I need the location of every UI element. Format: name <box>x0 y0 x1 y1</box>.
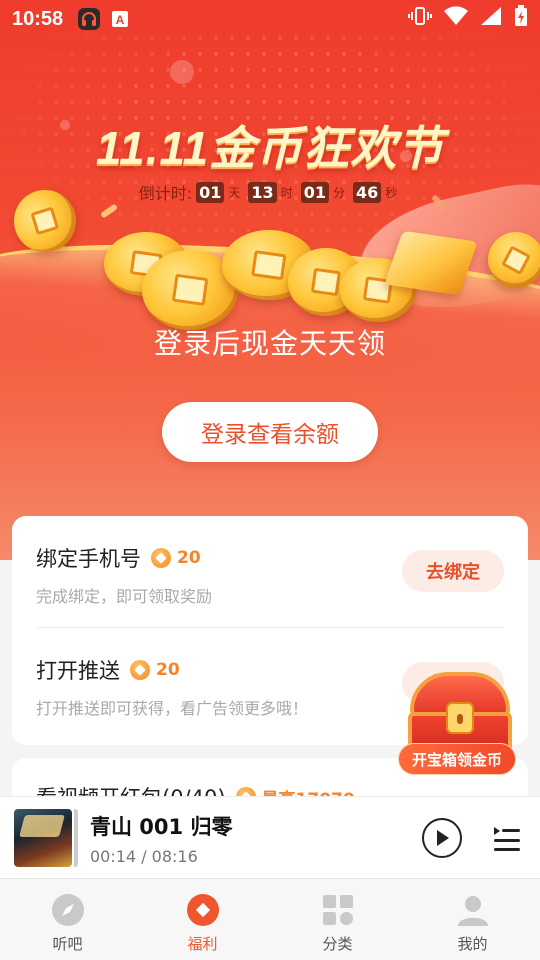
reward-amount: 20 <box>156 660 180 680</box>
battery-charging-icon <box>514 5 528 33</box>
vibrate-icon <box>408 6 432 32</box>
svg-text:A: A <box>116 13 125 27</box>
status-bar: 10:58 A <box>0 0 540 38</box>
coin-icon <box>151 548 171 568</box>
countdown-days-unit: 天 <box>228 185 241 200</box>
signal-icon <box>480 6 502 32</box>
album-cover[interactable] <box>14 809 72 867</box>
reward-badge: 20 <box>151 548 201 568</box>
category-icon <box>321 893 355 927</box>
banner-subtitle: 登录后现金天天领 <box>153 327 386 360</box>
nav-label: 福利 <box>187 935 218 953</box>
reward-amount: 20 <box>177 548 201 568</box>
countdown-seconds-unit: 秒 <box>385 185 398 200</box>
track-time: 00:14 / 08:16 <box>90 847 198 866</box>
nav-label: 分类 <box>322 935 353 953</box>
nav-item-welfare[interactable]: 福利 <box>135 879 270 960</box>
wifi-icon <box>444 6 468 32</box>
welfare-icon <box>186 893 220 927</box>
coin-icon <box>130 660 150 680</box>
mini-player[interactable]: 青山 001 归零 00:14 / 08:16 <box>0 796 540 878</box>
play-icon <box>437 830 449 846</box>
nav-item-category[interactable]: 分类 <box>270 879 405 960</box>
lock-icon <box>446 702 474 734</box>
open-treasure-button[interactable]: 开宝箱领金币 <box>398 743 516 775</box>
task-title: 绑定手机号 <box>36 547 141 571</box>
status-time: 10:58 <box>12 7 64 30</box>
promo-title: 11.11金币狂欢节 <box>95 122 445 174</box>
play-button[interactable] <box>422 818 462 858</box>
track-title: 青山 001 归零 <box>90 815 233 839</box>
countdown-label: 倒计时: <box>138 184 193 203</box>
compass-icon <box>51 893 85 927</box>
login-check-balance-button[interactable]: 登录查看余额 <box>162 402 378 462</box>
countdown-days: 01 <box>196 181 225 203</box>
headphone-app-icon <box>77 7 101 31</box>
task-bind-phone: 绑定手机号 20 完成绑定，即可领取奖励 去绑定 <box>36 543 504 607</box>
bind-phone-button[interactable]: 去绑定 <box>402 550 504 592</box>
profile-icon <box>456 893 490 927</box>
promo-banner: 11.11金币狂欢节 倒计时: 01 天 13 时 01 分 46 秒 登录后现… <box>0 0 540 560</box>
countdown-timer: 倒计时: 01 天 13 时 01 分 46 秒 <box>0 180 540 204</box>
playlist-button[interactable] <box>492 821 522 855</box>
task-title: 打开推送 <box>36 659 120 683</box>
bokeh-light <box>170 60 194 84</box>
nav-label: 听吧 <box>52 935 83 953</box>
bottom-nav: 听吧 福利 分类 我的 <box>0 878 540 960</box>
countdown-minutes-unit: 分 <box>332 185 345 200</box>
countdown-minutes: 01 <box>300 181 329 203</box>
countdown-hours: 13 <box>248 181 277 203</box>
divider <box>36 627 504 628</box>
nav-item-listen[interactable]: 听吧 <box>0 879 135 960</box>
reward-badge: 20 <box>130 660 180 680</box>
countdown-seconds: 46 <box>352 181 382 203</box>
cover-spine <box>74 809 78 867</box>
countdown-hours-unit: 时 <box>280 185 293 200</box>
playlist-icon <box>494 827 520 851</box>
nav-label: 我的 <box>457 935 488 953</box>
a-notification-icon: A <box>111 10 129 28</box>
nav-item-profile[interactable]: 我的 <box>405 879 540 960</box>
